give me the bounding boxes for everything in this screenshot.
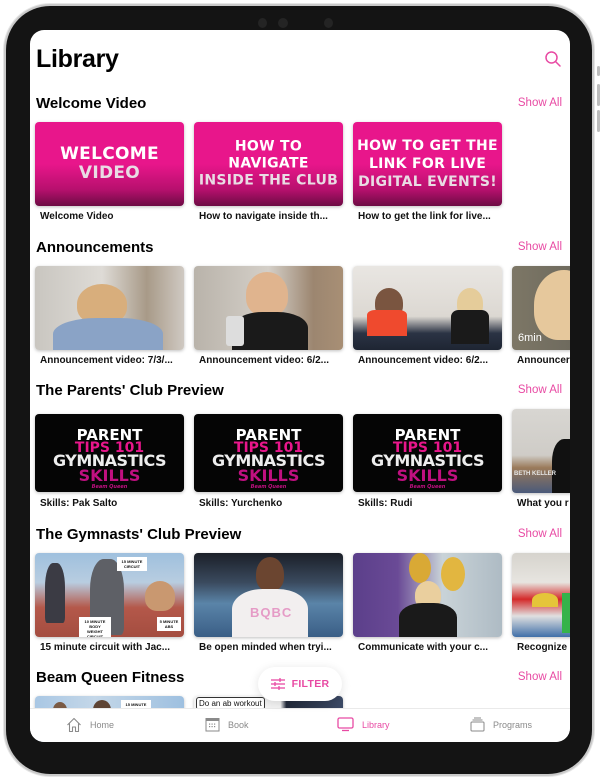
show-all-link[interactable]: Show All: [518, 241, 562, 253]
person-image: [145, 581, 175, 611]
thumbnail-text: PARENT TIPS 101 GYMNASTICS SKILLS Beam Q…: [211, 426, 326, 491]
stack-icon: [470, 717, 485, 732]
video-thumbnail[interactable]: HOW TO NAVIGATE INSIDE THE CLUB: [194, 122, 343, 206]
sliders-icon: [270, 678, 285, 690]
video-thumbnail[interactable]: PARENT TIPS 101 GYMNASTICS SKILLS Beam Q…: [194, 414, 343, 492]
section-title: The Parents' Club Preview: [36, 382, 224, 399]
person-image: [53, 318, 163, 350]
video-title: Announcer: [517, 355, 570, 366]
video-title: Announcement video: 7/3/...: [40, 355, 173, 366]
header: Library: [30, 30, 570, 90]
thumbnail-text: HOW TO GET THE LINK FOR LIVE DIGITAL EVE…: [357, 138, 498, 190]
video-thumbnail[interactable]: [353, 266, 502, 350]
phone-image: [226, 316, 244, 346]
shirt-text: BQBC: [250, 605, 293, 620]
calendar-icon: [205, 718, 220, 732]
home-icon: [67, 717, 81, 733]
overlay-label: 5 MINUTE ABS: [157, 617, 181, 631]
video-thumbnail[interactable]: 6min: [512, 266, 570, 350]
duration-badge: 6min: [518, 332, 542, 344]
video-thumbnail[interactable]: BQBC: [194, 553, 343, 637]
name-overlay: BETH KELLER: [514, 471, 556, 477]
camera-lens: [278, 18, 288, 28]
tab-book[interactable]: Book: [205, 717, 249, 732]
person-image: [45, 563, 65, 623]
video-title: Skills: Pak Salto: [40, 498, 118, 509]
tab-library[interactable]: Library: [337, 717, 390, 732]
person-image: [399, 603, 457, 637]
tab-label: Library: [362, 719, 390, 730]
video-title: Announcement video: 6/2...: [199, 355, 330, 366]
video-title: What you r: [517, 498, 569, 509]
page-title: Library: [36, 45, 119, 73]
video-title: Skills: Yurchenko: [199, 498, 283, 509]
person-image: [367, 310, 407, 336]
video-title: Welcome Video: [40, 211, 114, 222]
search-icon[interactable]: [544, 50, 562, 68]
tab-label: Home: [90, 720, 115, 730]
section-title: Announcements: [36, 239, 154, 256]
mat-image: [562, 593, 570, 633]
video-thumbnail[interactable]: [353, 553, 502, 637]
video-title: Skills: Rudi: [358, 498, 413, 509]
person-image: [552, 439, 570, 493]
video-title: Announcement video: 6/2...: [358, 355, 489, 366]
tab-label: Programs: [493, 719, 533, 730]
tab-label: Book: [228, 719, 249, 730]
video-title: Be open minded when tryi...: [199, 642, 332, 653]
person-image: [256, 557, 284, 591]
overlay-label: 15 MINUTE CIRCUIT: [117, 557, 147, 571]
person-image: [246, 272, 288, 316]
balloon-image: [441, 557, 465, 591]
show-all-link[interactable]: Show All: [518, 384, 562, 396]
section-title: The Gymnasts' Club Preview: [36, 526, 242, 543]
thumbnail-text: WELCOME VIDEO: [60, 144, 159, 183]
overlay-label: 10 MINUTE BODY WEIGHT CIRCUIT: [79, 617, 111, 637]
thumbnail-text: HOW TO NAVIGATE INSIDE THE CLUB: [198, 138, 339, 189]
video-title: Communicate with your c...: [358, 642, 489, 653]
video-title: How to get the link for live...: [358, 211, 491, 222]
camera-sensor: [258, 18, 267, 28]
video-thumbnail[interactable]: [194, 266, 343, 350]
person-image: [451, 310, 489, 344]
tab-home[interactable]: Home: [66, 717, 114, 733]
video-thumbnail[interactable]: PARENT TIPS 101 GYMNASTICS SKILLS Beam Q…: [35, 414, 184, 492]
section-title: Welcome Video: [36, 95, 147, 112]
show-all-link[interactable]: Show All: [518, 528, 562, 540]
thumbnail-text: PARENT TIPS 101 GYMNASTICS SKILLS Beam Q…: [370, 426, 485, 491]
tv-icon: [337, 717, 354, 732]
app-screen: Library Welcome Video Show All WELCOME V…: [30, 30, 570, 742]
video-thumbnail[interactable]: BETH KELLER: [512, 409, 570, 493]
tab-programs[interactable]: Programs: [470, 717, 532, 732]
video-title: Recognize: [517, 642, 568, 653]
video-thumbnail[interactable]: [512, 553, 570, 637]
mat-image: [532, 593, 558, 607]
show-all-link[interactable]: Show All: [518, 97, 562, 109]
video-thumbnail[interactable]: [35, 266, 184, 350]
video-thumbnail[interactable]: WELCOME VIDEO: [35, 122, 184, 206]
video-thumbnail[interactable]: HOW TO GET THE LINK FOR LIVE DIGITAL EVE…: [353, 122, 502, 206]
section-title: Beam Queen Fitness: [36, 669, 185, 686]
video-thumbnail[interactable]: 15 MINUTE CIRCUIT 10 MINUTE BODY WEIGHT …: [35, 553, 184, 637]
balloon-image: [409, 553, 431, 583]
filter-label: FILTER: [291, 678, 330, 690]
camera-sensor: [324, 18, 333, 28]
tab-bar: Home Book Library Programs: [30, 708, 570, 742]
video-title: 15 minute circuit with Jac...: [40, 642, 171, 653]
show-all-link[interactable]: Show All: [518, 671, 562, 683]
video-title: How to navigate inside th...: [199, 211, 328, 222]
filter-button[interactable]: FILTER: [258, 667, 342, 701]
thumbnail-text: PARENT TIPS 101 GYMNASTICS SKILLS Beam Q…: [52, 426, 167, 491]
video-thumbnail[interactable]: PARENT TIPS 101 GYMNASTICS SKILLS Beam Q…: [353, 414, 502, 492]
